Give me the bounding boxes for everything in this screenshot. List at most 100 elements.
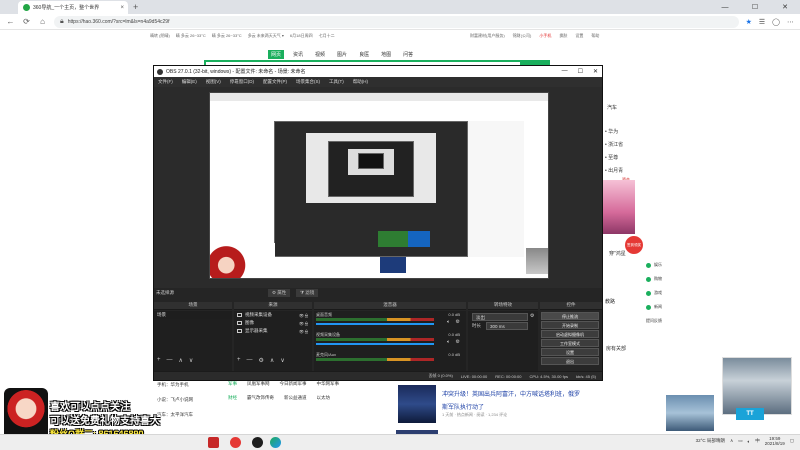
menu-file[interactable]: 文件(F) [158, 79, 173, 85]
profile-icon[interactable]: ◯ [772, 18, 780, 26]
tab-image[interactable]: 图片 [334, 50, 350, 59]
speaker-icon[interactable]: 🔈︎ [447, 319, 450, 325]
start-recording-button[interactable]: 开始录制 [541, 321, 599, 329]
notification-icon[interactable]: ▢ [790, 438, 794, 444]
tab-map[interactable]: 地图 [378, 50, 394, 59]
hot-item[interactable]: • 至尊 [605, 154, 623, 161]
window-close-button[interactable]: ✕ [770, 0, 800, 14]
news-link[interactable]: 以太坊 [317, 395, 331, 401]
top-link[interactable]: 财富建材(用户服务) [470, 33, 505, 41]
menu-scene-collection[interactable]: 场景集合(S) [296, 79, 320, 85]
taskbar-obs-icon[interactable] [252, 437, 263, 448]
source-item[interactable]: 视频采集设备 👁︎🔒︎ [234, 311, 312, 319]
duration-field[interactable]: 300 ms [486, 322, 528, 330]
tab-web[interactable]: 网页 [268, 50, 285, 59]
menu-edit[interactable]: 编辑(E) [182, 79, 197, 85]
side-image-card[interactable] [722, 357, 792, 415]
visibility-eye-icon[interactable]: 👁︎🔒︎ [299, 329, 309, 334]
info-item[interactable]: 晴 多云 26~33°C [212, 33, 242, 41]
obs-close-button[interactable]: ✕ [593, 68, 598, 75]
window-minimize-button[interactable]: — [710, 0, 740, 14]
remove-scene-button[interactable]: — [167, 357, 173, 363]
weather-status[interactable]: 32°C 局部晴朗 [696, 438, 725, 444]
top-link[interactable]: 帮助 [591, 33, 599, 41]
info-item[interactable]: 七月十二 [319, 33, 335, 41]
info-item[interactable]: 多云 未来两天天气 ▾ [248, 33, 284, 41]
obs-maximize-button[interactable]: ☐ [578, 68, 583, 75]
volume-slider[interactable] [316, 323, 434, 325]
top-link[interactable]: 锦财(公司) [513, 33, 532, 41]
stop-streaming-button[interactable]: 停止推流 [541, 312, 599, 320]
taskbar-360-icon[interactable] [230, 437, 241, 448]
move-up-icon[interactable]: ∧ [179, 357, 183, 364]
window-maximize-button[interactable]: ☐ [740, 0, 770, 14]
visibility-eye-icon[interactable]: 👁︎🔒︎ [299, 313, 309, 318]
properties-button[interactable]: ⚙ 属性 [268, 289, 291, 297]
virtual-camera-button[interactable]: 启动虚拟摄像机 [541, 330, 599, 338]
add-source-button[interactable]: + [237, 357, 241, 363]
hot-item[interactable]: • 出月青 [605, 167, 623, 174]
volume-icon[interactable]: 🔈︎ [748, 439, 751, 444]
new-tab-button[interactable]: + [133, 2, 138, 12]
headline-title[interactable]: 冲突升级！英国出兵阿富汗，中方喊话塔利班，俄罗 [442, 389, 580, 398]
more-menu-icon[interactable]: ⋯ [787, 18, 794, 26]
source-item[interactable]: 显示器采集 👁︎🔒︎ [234, 327, 312, 335]
settings-button[interactable]: 设置 [541, 348, 599, 356]
tab-doctor[interactable]: 良医 [356, 50, 372, 59]
menu-view[interactable]: 视图(V) [206, 79, 221, 85]
info-item[interactable]: 6月18日周四 [290, 33, 313, 41]
headline-title-line2[interactable]: 斯军队执行动了 [442, 402, 484, 411]
right-text-car[interactable]: 汽车 [607, 104, 617, 111]
move-down-icon[interactable]: ∨ [280, 357, 284, 364]
speaker-icon[interactable]: 🔈︎ [447, 339, 450, 345]
top-link[interactable]: 设置 [575, 33, 583, 41]
taskbar-app-icon[interactable] [208, 437, 219, 448]
ad-image[interactable] [603, 180, 635, 234]
top-link[interactable]: 换肤 [559, 33, 567, 41]
category-link[interactable]: 汽车：太平洋汽车 [157, 412, 193, 418]
move-down-icon[interactable]: ∨ [189, 357, 193, 364]
side-menu-item[interactable]: 提问反馈 [646, 318, 662, 324]
gear-icon[interactable]: ⚙ [456, 319, 460, 325]
news-link[interactable]: 中华网军事 [317, 381, 340, 387]
scene-item[interactable]: 场景 [154, 311, 232, 319]
menu-tools[interactable]: 工具(T) [329, 79, 344, 85]
hot-item[interactable]: • 浙江省 [605, 141, 623, 148]
menu-help[interactable]: 帮助(H) [353, 79, 368, 85]
tab-close-icon[interactable]: × [120, 5, 124, 11]
gear-icon[interactable]: ⚙ [259, 357, 264, 364]
menu-profile[interactable]: 配置文件(P) [263, 79, 287, 85]
side-menu-item[interactable]: 娱乐 [646, 262, 662, 268]
visibility-eye-icon[interactable]: 👁︎🔒︎ [299, 321, 309, 326]
move-up-icon[interactable]: ∧ [270, 357, 274, 364]
category-link[interactable]: 手机：华为手机 [157, 382, 193, 388]
side-menu-item[interactable]: 游戏 [646, 290, 662, 296]
side-menu-item[interactable]: 购物 [646, 276, 662, 282]
reload-button[interactable]: ⟳ [22, 17, 31, 26]
chevron-up-icon[interactable]: ∧ [730, 438, 733, 444]
gear-icon[interactable]: ⚙ [456, 339, 460, 345]
obs-minimize-button[interactable]: — [562, 68, 568, 75]
news-link[interactable]: 新公益通道 [284, 395, 307, 401]
filters-button[interactable]: ⧩ 滤镜 [296, 289, 319, 297]
collections-icon[interactable]: ☰ [759, 18, 765, 26]
tab-qa[interactable]: 问答 [400, 50, 416, 59]
menu-docks[interactable]: 停靠窗口(D) [230, 79, 254, 85]
right-snippet[interactable]: 房有关部 [606, 345, 626, 352]
category-link[interactable]: 小说：飞卢小说网 [157, 397, 193, 403]
right-snippet[interactable]: 穿"鸿星 [609, 250, 626, 257]
info-item[interactable]: 晴 多云 26~33°C [176, 33, 206, 41]
checkin-reward-button[interactable]: 签到领奖 [625, 236, 643, 254]
top-link[interactable]: 小手机 [539, 33, 551, 41]
home-button[interactable]: ⌂ [38, 17, 47, 26]
side-menu-item[interactable]: 新闻 [646, 304, 662, 310]
network-icon[interactable]: ▭ [738, 438, 742, 444]
clock[interactable]: 19:59 2021/8/19 [765, 436, 785, 446]
ime-indicator[interactable]: 中 [755, 438, 760, 444]
news-link[interactable]: 凤凰军事网 [247, 381, 270, 387]
news-thumbnail[interactable] [666, 395, 714, 431]
news-link[interactable]: 今日新闻军事 [280, 381, 307, 387]
add-scene-button[interactable]: + [157, 357, 161, 363]
hot-item[interactable]: • 华为 [605, 128, 623, 135]
obs-preview[interactable] [209, 92, 549, 279]
